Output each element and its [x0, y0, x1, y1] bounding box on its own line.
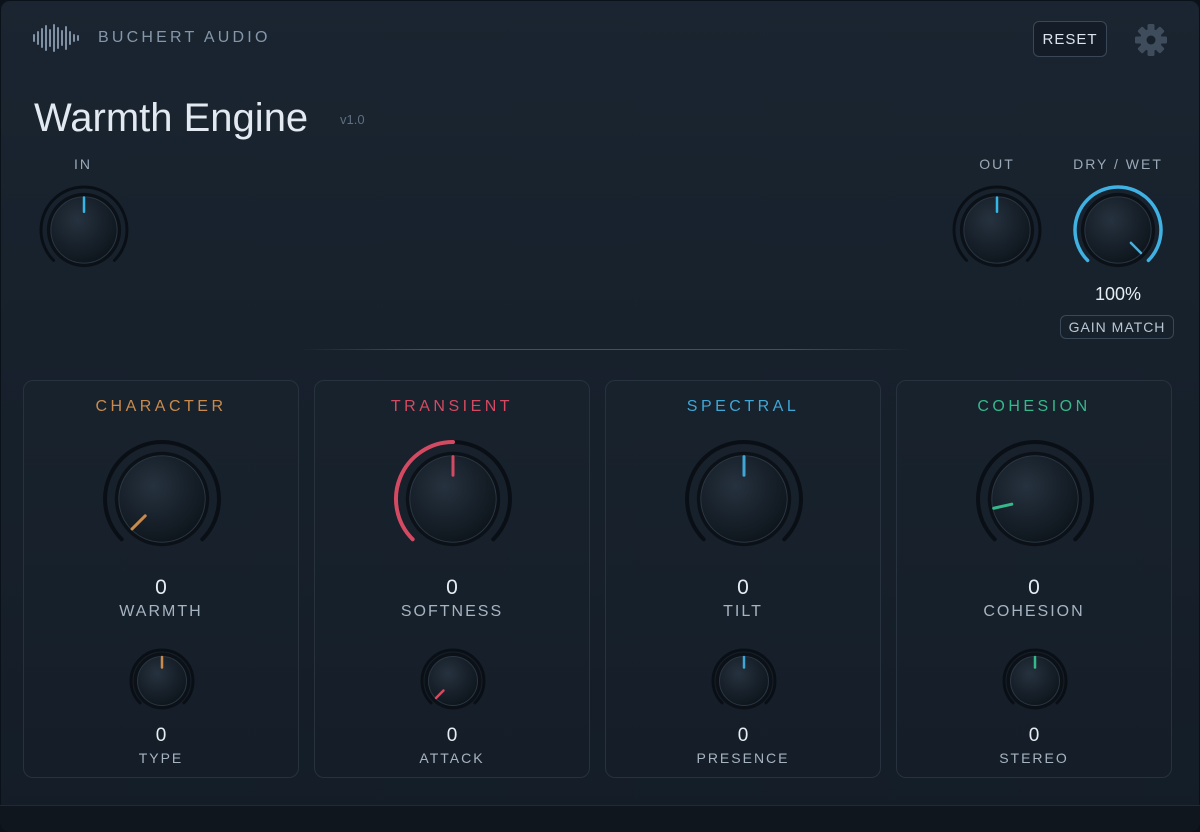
- gain-match-button[interactable]: GAIN MATCH: [1060, 315, 1174, 339]
- warmth-label: WARMTH: [119, 603, 203, 620]
- tilt-knob[interactable]: [684, 439, 804, 559]
- gear-icon[interactable]: [1133, 22, 1169, 63]
- type-label: TYPE: [138, 750, 184, 766]
- footer-strip: [0, 805, 1200, 832]
- panel-title: SPECTRAL: [686, 398, 800, 415]
- waveform-logo-icon: [33, 24, 79, 52]
- stereo-knob[interactable]: [1001, 647, 1069, 715]
- cohesion-label: COHESION: [983, 603, 1085, 620]
- panel-spectral: SPECTRAL 0 TILT 0 PRESENCE: [605, 380, 881, 778]
- attack-label: ATTACK: [419, 750, 485, 766]
- presence-knob[interactable]: [710, 647, 778, 715]
- panel-title: CHARACTER: [95, 398, 227, 415]
- stereo-label: STEREO: [999, 750, 1069, 766]
- panel-cohesion: COHESION 0 COHESION 0 STEREO: [896, 380, 1172, 778]
- stereo-value: 0: [1028, 725, 1040, 746]
- plugin-window: BUCHERT AUDIO RESET Warmth Engine v1.0 I…: [0, 0, 1200, 832]
- softness-knob[interactable]: [393, 439, 513, 559]
- softness-value: 0: [446, 576, 458, 599]
- plugin-title: Warmth Engine: [34, 96, 309, 140]
- panel-character: CHARACTER 0 WARMTH 0 TYPE: [23, 380, 299, 778]
- drywet-label: DRY / WET: [1073, 156, 1163, 172]
- out-label: OUT: [979, 156, 1015, 172]
- in-label: IN: [74, 156, 92, 172]
- section-divider: [300, 349, 912, 350]
- warmth-knob[interactable]: [102, 439, 222, 559]
- tilt-value: 0: [737, 576, 749, 599]
- drywet-knob[interactable]: [1072, 184, 1164, 276]
- reset-button[interactable]: RESET: [1033, 21, 1107, 57]
- tilt-label: TILT: [723, 603, 763, 620]
- presence-label: PRESENCE: [696, 750, 790, 766]
- type-knob[interactable]: [128, 647, 196, 715]
- warmth-value: 0: [155, 576, 167, 599]
- presence-value: 0: [737, 725, 749, 746]
- out-knob[interactable]: [951, 184, 1043, 276]
- panel-title: COHESION: [977, 398, 1091, 415]
- cohesion-knob[interactable]: [975, 439, 1095, 559]
- panel-transient: TRANSIENT 0 SOFTNESS 0 ATTACK: [314, 380, 590, 778]
- type-value: 0: [155, 725, 167, 746]
- version-label: v1.0: [340, 112, 365, 127]
- drywet-value: 100%: [1094, 284, 1142, 304]
- in-knob[interactable]: [38, 184, 130, 276]
- attack-knob[interactable]: [419, 647, 487, 715]
- brand-name: BUCHERT AUDIO: [98, 29, 271, 46]
- softness-label: SOFTNESS: [400, 603, 504, 620]
- cohesion-value: 0: [1028, 576, 1040, 599]
- brand: BUCHERT AUDIO: [32, 24, 271, 52]
- panel-title: TRANSIENT: [390, 398, 514, 415]
- attack-value: 0: [446, 725, 458, 746]
